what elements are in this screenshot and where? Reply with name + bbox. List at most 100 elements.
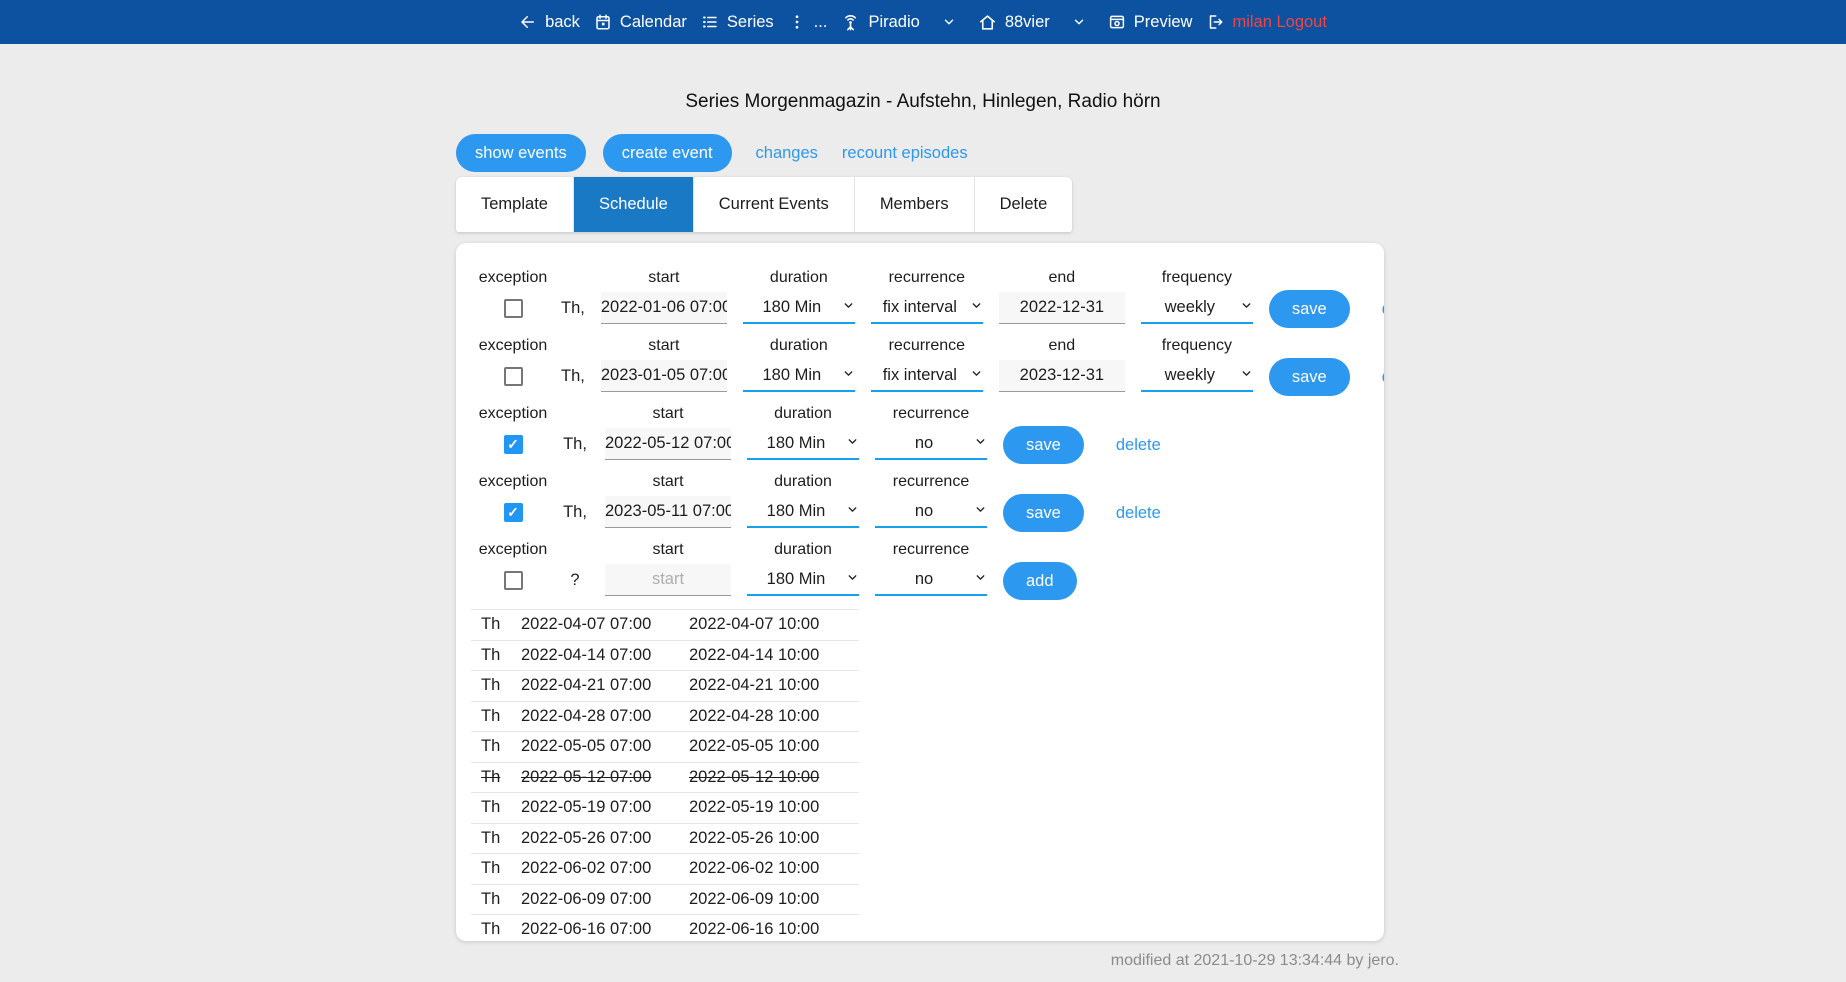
preview-icon xyxy=(1108,13,1126,31)
nav-piradio[interactable]: Piradio xyxy=(841,13,919,32)
nav-calendar-label: Calendar xyxy=(620,13,687,32)
changes-link[interactable]: changes xyxy=(756,144,818,163)
recurrence-select[interactable]: no xyxy=(875,428,987,460)
exception-checkbox[interactable] xyxy=(504,571,523,590)
duration-label: duration xyxy=(774,473,832,494)
duration-select[interactable]: 180 Min xyxy=(747,428,859,460)
duration-select[interactable]: 180 Min xyxy=(743,292,855,324)
event-end: 2022-05-12 10:00 xyxy=(689,768,849,787)
save-button[interactable]: save xyxy=(1269,358,1350,396)
event-start: 2022-06-16 07:00 xyxy=(521,920,689,939)
exception-label: exception xyxy=(479,405,548,426)
action-bar: show events create event changes recount… xyxy=(456,134,1390,172)
save-button[interactable]: save xyxy=(1003,494,1084,532)
tab-delete[interactable]: Delete xyxy=(974,177,1073,232)
recount-episodes-link[interactable]: recount episodes xyxy=(842,144,968,163)
recurrence-label: recurrence xyxy=(893,541,969,562)
event-row: Th2022-06-16 07:002022-06-16 10:00 xyxy=(471,915,859,941)
start-input[interactable] xyxy=(605,428,731,460)
event-day: Th xyxy=(471,859,521,878)
event-end: 2022-04-14 10:00 xyxy=(689,646,849,665)
event-end: 2022-05-05 10:00 xyxy=(689,737,849,756)
delete-link[interactable]: delete xyxy=(1382,368,1384,387)
add-button[interactable]: add xyxy=(1003,562,1077,600)
nav-more[interactable]: ... xyxy=(788,13,828,32)
start-input[interactable] xyxy=(605,496,731,528)
top-nav: back Calendar Series ... Piradio 88vier … xyxy=(0,0,1846,44)
end-label: end xyxy=(1048,269,1075,290)
exception-checkbox[interactable] xyxy=(504,435,523,454)
show-events-button[interactable]: show events xyxy=(456,134,586,172)
nav-logout[interactable]: milan Logout xyxy=(1206,13,1326,32)
frequency-select[interactable]: weekly xyxy=(1141,360,1253,392)
start-label: start xyxy=(652,473,683,494)
tab-template[interactable]: Template xyxy=(456,177,573,232)
recurrence-select[interactable]: fix interval xyxy=(871,360,983,392)
chevron-down-icon[interactable] xyxy=(1072,15,1086,29)
exception-label: exception xyxy=(479,473,548,494)
start-label: start xyxy=(648,269,679,290)
event-row: Th2022-04-28 07:002022-04-28 10:00 xyxy=(471,702,859,733)
day-label: Th, xyxy=(561,290,585,326)
start-input[interactable] xyxy=(605,564,731,596)
exception-checkbox[interactable] xyxy=(504,503,523,522)
frequency-select[interactable]: weekly xyxy=(1141,292,1253,324)
recurrence-select[interactable]: no xyxy=(875,496,987,528)
exception-checkbox[interactable] xyxy=(504,299,523,318)
tab-schedule[interactable]: Schedule xyxy=(573,177,693,232)
kebab-menu-icon xyxy=(788,13,806,31)
schedule-row: exception Th, start duration 180 Min rec… xyxy=(481,269,1364,328)
delete-link[interactable]: delete xyxy=(1382,300,1384,319)
event-row: Th2022-05-19 07:002022-05-19 10:00 xyxy=(471,793,859,824)
nav-preview[interactable]: Preview xyxy=(1108,13,1193,32)
duration-select[interactable]: 180 Min xyxy=(747,564,859,596)
nav-preview-label: Preview xyxy=(1134,13,1193,32)
nav-back[interactable]: back xyxy=(519,13,580,32)
nav-calendar[interactable]: Calendar xyxy=(594,13,687,32)
event-day: Th xyxy=(471,920,521,939)
event-start: 2022-04-07 07:00 xyxy=(521,615,689,634)
recurrence-select[interactable]: no xyxy=(875,564,987,596)
exception-label: exception xyxy=(479,337,548,358)
chevron-down-icon[interactable] xyxy=(942,15,956,29)
create-event-button[interactable]: create event xyxy=(603,134,732,172)
recurrence-select[interactable]: fix interval xyxy=(871,292,983,324)
event-end: 2022-05-26 10:00 xyxy=(689,829,849,848)
end-input[interactable] xyxy=(999,360,1125,392)
nav-series[interactable]: Series xyxy=(701,13,774,32)
duration-select[interactable]: 180 Min xyxy=(743,360,855,392)
tab-members[interactable]: Members xyxy=(854,177,974,232)
event-day: Th xyxy=(471,890,521,909)
tab-current-events[interactable]: Current Events xyxy=(693,177,854,232)
schedule-row: exception Th, start duration 180 Min rec… xyxy=(481,337,1364,396)
delete-link[interactable]: delete xyxy=(1116,504,1161,523)
delete-link[interactable]: delete xyxy=(1116,436,1161,455)
event-start: 2022-05-05 07:00 xyxy=(521,737,689,756)
day-label: ? xyxy=(570,562,579,598)
start-label: start xyxy=(648,337,679,358)
save-button[interactable]: save xyxy=(1269,290,1350,328)
event-row-cancelled: Th2022-05-12 07:002022-05-12 10:00 xyxy=(471,763,859,794)
duration-label: duration xyxy=(770,269,828,290)
exception-checkbox[interactable] xyxy=(504,367,523,386)
start-input[interactable] xyxy=(601,360,727,392)
event-day: Th xyxy=(471,646,521,665)
event-start: 2022-05-26 07:00 xyxy=(521,829,689,848)
event-end: 2022-06-09 10:00 xyxy=(689,890,849,909)
event-end: 2022-06-16 10:00 xyxy=(689,920,849,939)
event-row: Th2022-05-05 07:002022-05-05 10:00 xyxy=(471,732,859,763)
duration-select[interactable]: 180 Min xyxy=(747,496,859,528)
event-end: 2022-05-19 10:00 xyxy=(689,798,849,817)
start-label: start xyxy=(652,541,683,562)
event-row: Th2022-06-09 07:002022-06-09 10:00 xyxy=(471,885,859,916)
event-row: Th2022-04-21 07:002022-04-21 10:00 xyxy=(471,671,859,702)
schedule-row-exception: exception Th, start duration 180 Min rec… xyxy=(481,473,1364,532)
event-row: Th2022-05-26 07:002022-05-26 10:00 xyxy=(471,824,859,855)
end-input[interactable] xyxy=(999,292,1125,324)
nav-back-label: back xyxy=(545,13,580,32)
nav-station[interactable]: 88vier xyxy=(978,13,1050,32)
save-button[interactable]: save xyxy=(1003,426,1084,464)
duration-label: duration xyxy=(774,541,832,562)
start-input[interactable] xyxy=(601,292,727,324)
day-label: Th, xyxy=(561,358,585,394)
